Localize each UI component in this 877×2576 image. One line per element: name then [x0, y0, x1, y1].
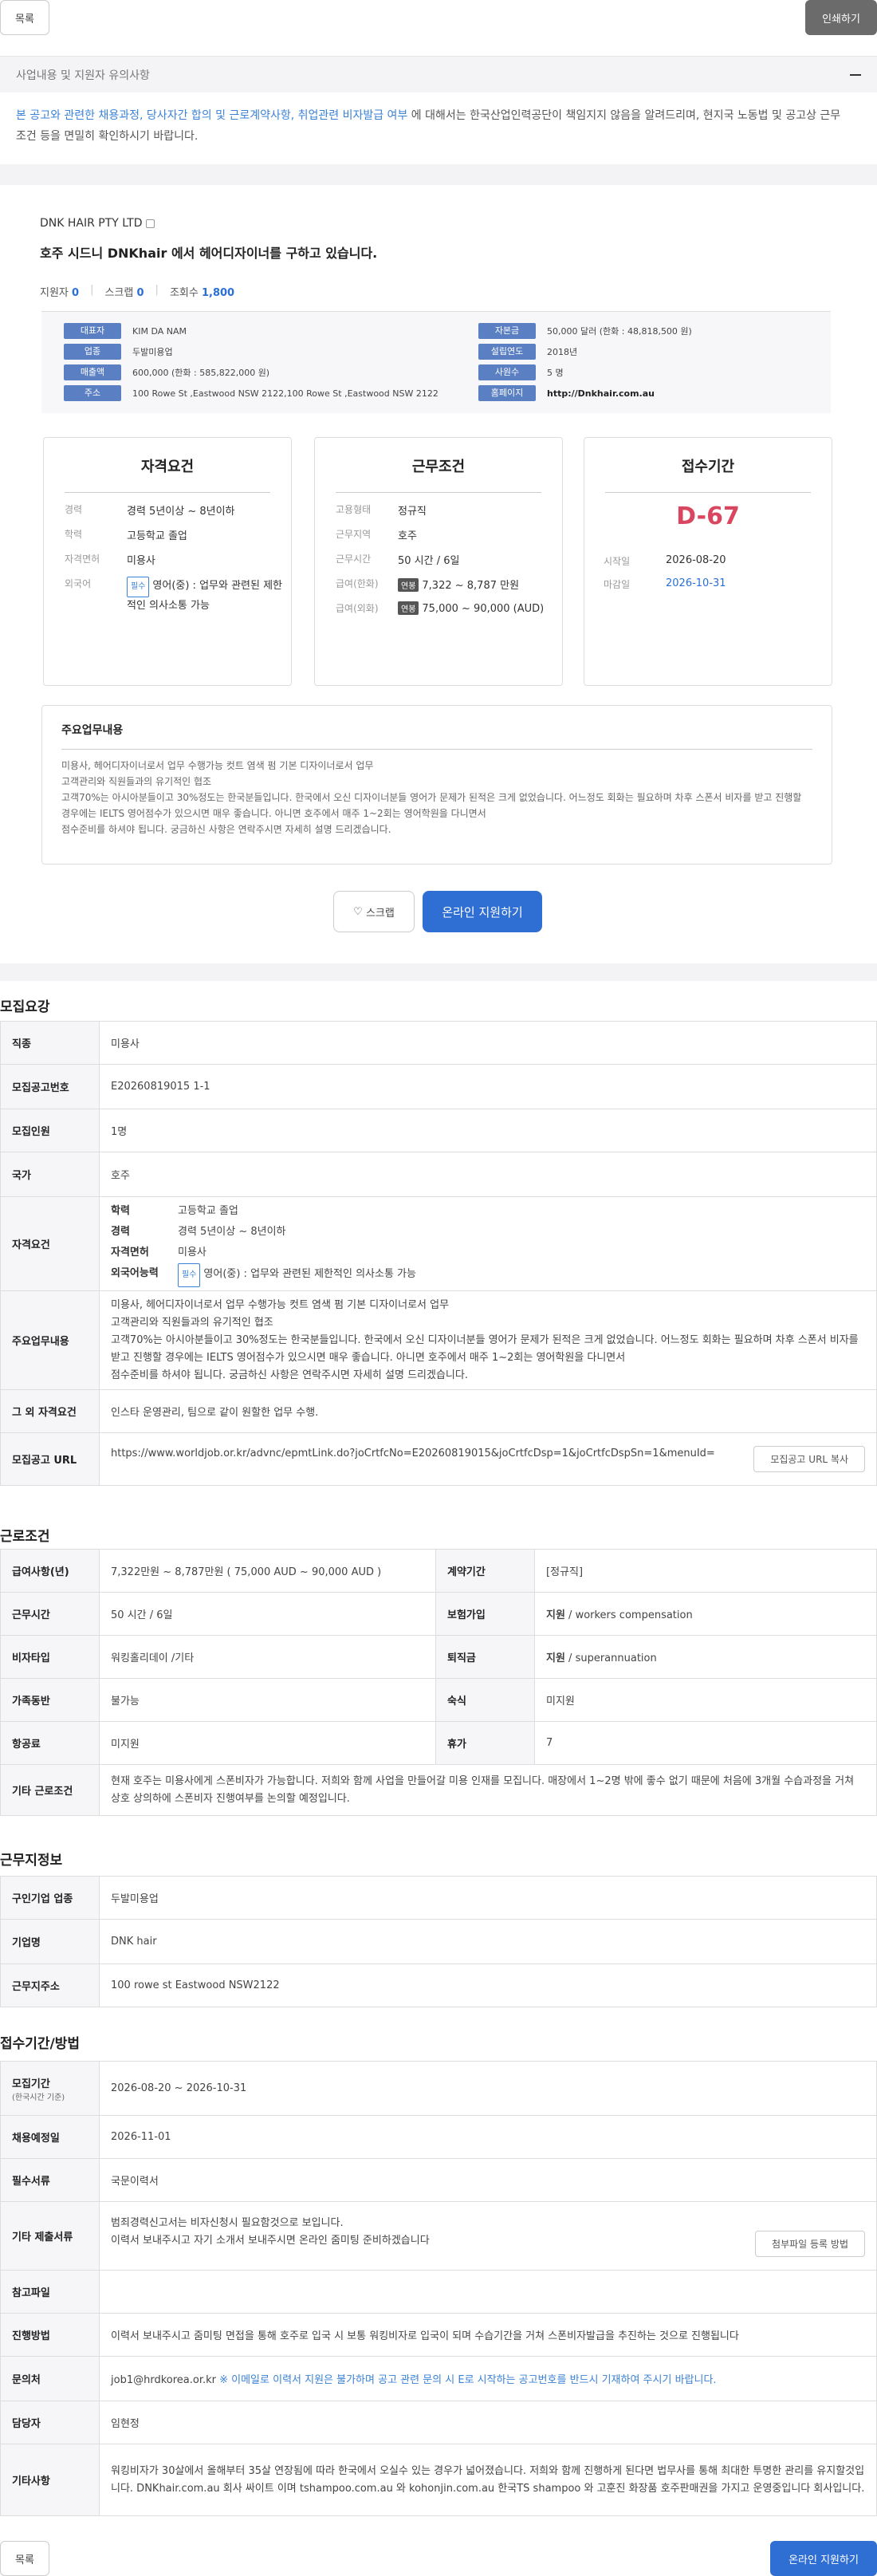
place-table: 구인기업 업종 두발미용업 기업명 DNK hair 근무지주소 100 rowe s…	[0, 1876, 877, 2007]
period-box: 접수기간 D-67 시작일 2026-08-20 마감일 2026-10-31	[584, 437, 832, 686]
notice-highlight: 본 공고와 관련한 채용과정, 당사자간 합의 및 근로계약사항, 취업관련 비…	[16, 109, 408, 122]
apply-table: 모집기간 (한국시간 기준) 2026-08-20 ~ 2026-10-31 채용예…	[0, 2061, 877, 2516]
company-info-box: 대표자 KIM DA NAM 자본금 50,000 달러 (한화 : 48,818,…	[41, 311, 831, 413]
copy-url-button[interactable]: 모집공고 URL 복사	[753, 1446, 865, 1472]
company-name: DNK HAIR PTY LTD	[40, 217, 155, 230]
divider	[0, 963, 877, 981]
bottom-list-button[interactable]: 목록	[0, 2541, 49, 2576]
bottom-apply-button[interactable]: 온라인 지원하기	[770, 2541, 877, 2576]
labor-table: 급여사항(년) 7,322만원 ~ 8,787만원 ( 75,000 AUD ~ …	[0, 1549, 877, 1816]
attach-guide-button[interactable]: 첨부파일 등록 방법	[755, 2231, 865, 2257]
job-stats: 지원자 0 | 스크랩 0 | 조회수 1,800	[40, 284, 235, 299]
job-headline: 호주 시드니 DNKhair 에서 헤어디자이너를 구하고 있습니다.	[40, 246, 378, 261]
list-button[interactable]: 목록	[0, 0, 49, 35]
notice-body: 본 공고와 관련한 채용과정, 당사자간 합의 및 근로계약사항, 취업관련 비…	[16, 105, 845, 147]
collapse-icon[interactable]	[850, 74, 861, 76]
notice-accordion-header[interactable]: 사업내용 및 지원자 유의사항	[0, 56, 877, 93]
labor-section-title: 근로조건	[0, 1529, 50, 1545]
print-button[interactable]: 인쇄하기	[805, 0, 877, 35]
qualification-box: 자격요건 경력 경력 5년이상 ~ 8년이하 학력 고등학교 졸업 자격면허 미용사 …	[43, 437, 292, 686]
job-posting-page: 목록 인쇄하기 사업내용 및 지원자 유의사항 본 공고와 관련한 채용과정, …	[0, 0, 877, 2576]
contact-email[interactable]: job1@hrdkorea.or.kr	[111, 2374, 216, 2386]
recruit-section-title: 모집요강	[0, 999, 50, 1015]
homepage-link[interactable]: http://Dnkhair.com.au	[547, 388, 655, 399]
notice-header-title: 사업내용 및 지원자 유의사항	[16, 69, 150, 82]
divider	[0, 164, 877, 185]
recruit-table: 직종 미용사 모집공고번호 E20260819015 1-1 모집인원 1명 국가 호주…	[0, 1021, 877, 1486]
work-condition-box: 근무조건 고용형태 정규직 근무지역 호주 근무시간 50 시간 / 6일 급여(한화…	[314, 437, 563, 686]
copy-icon[interactable]	[145, 219, 155, 228]
dday-badge: D-67	[676, 502, 740, 530]
scrap-button[interactable]: ♡ 스크랩	[333, 891, 415, 932]
place-section-title: 근무지정보	[0, 1853, 63, 1869]
duty-box: 주요업무내용 미용사, 헤어디자이너로서 업무 수행가능 컷트 염색 펌 기본 …	[41, 705, 832, 865]
heart-icon: ♡	[353, 905, 366, 918]
apply-online-button[interactable]: 온라인 지원하기	[423, 891, 542, 932]
apply-section-title: 접수기간/방법	[0, 2036, 81, 2052]
